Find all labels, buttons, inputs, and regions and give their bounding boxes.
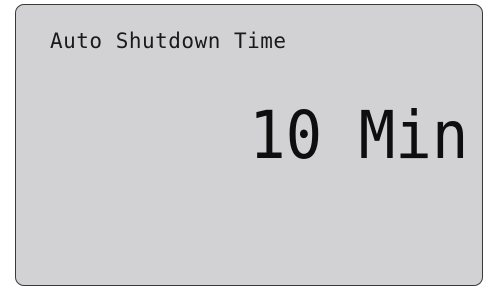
setting-title: Auto Shutdown Time — [50, 29, 287, 53]
lcd-display-panel: Auto Shutdown Time 10 Min — [15, 4, 483, 286]
shutdown-time-value: 10 Min — [248, 97, 468, 174]
